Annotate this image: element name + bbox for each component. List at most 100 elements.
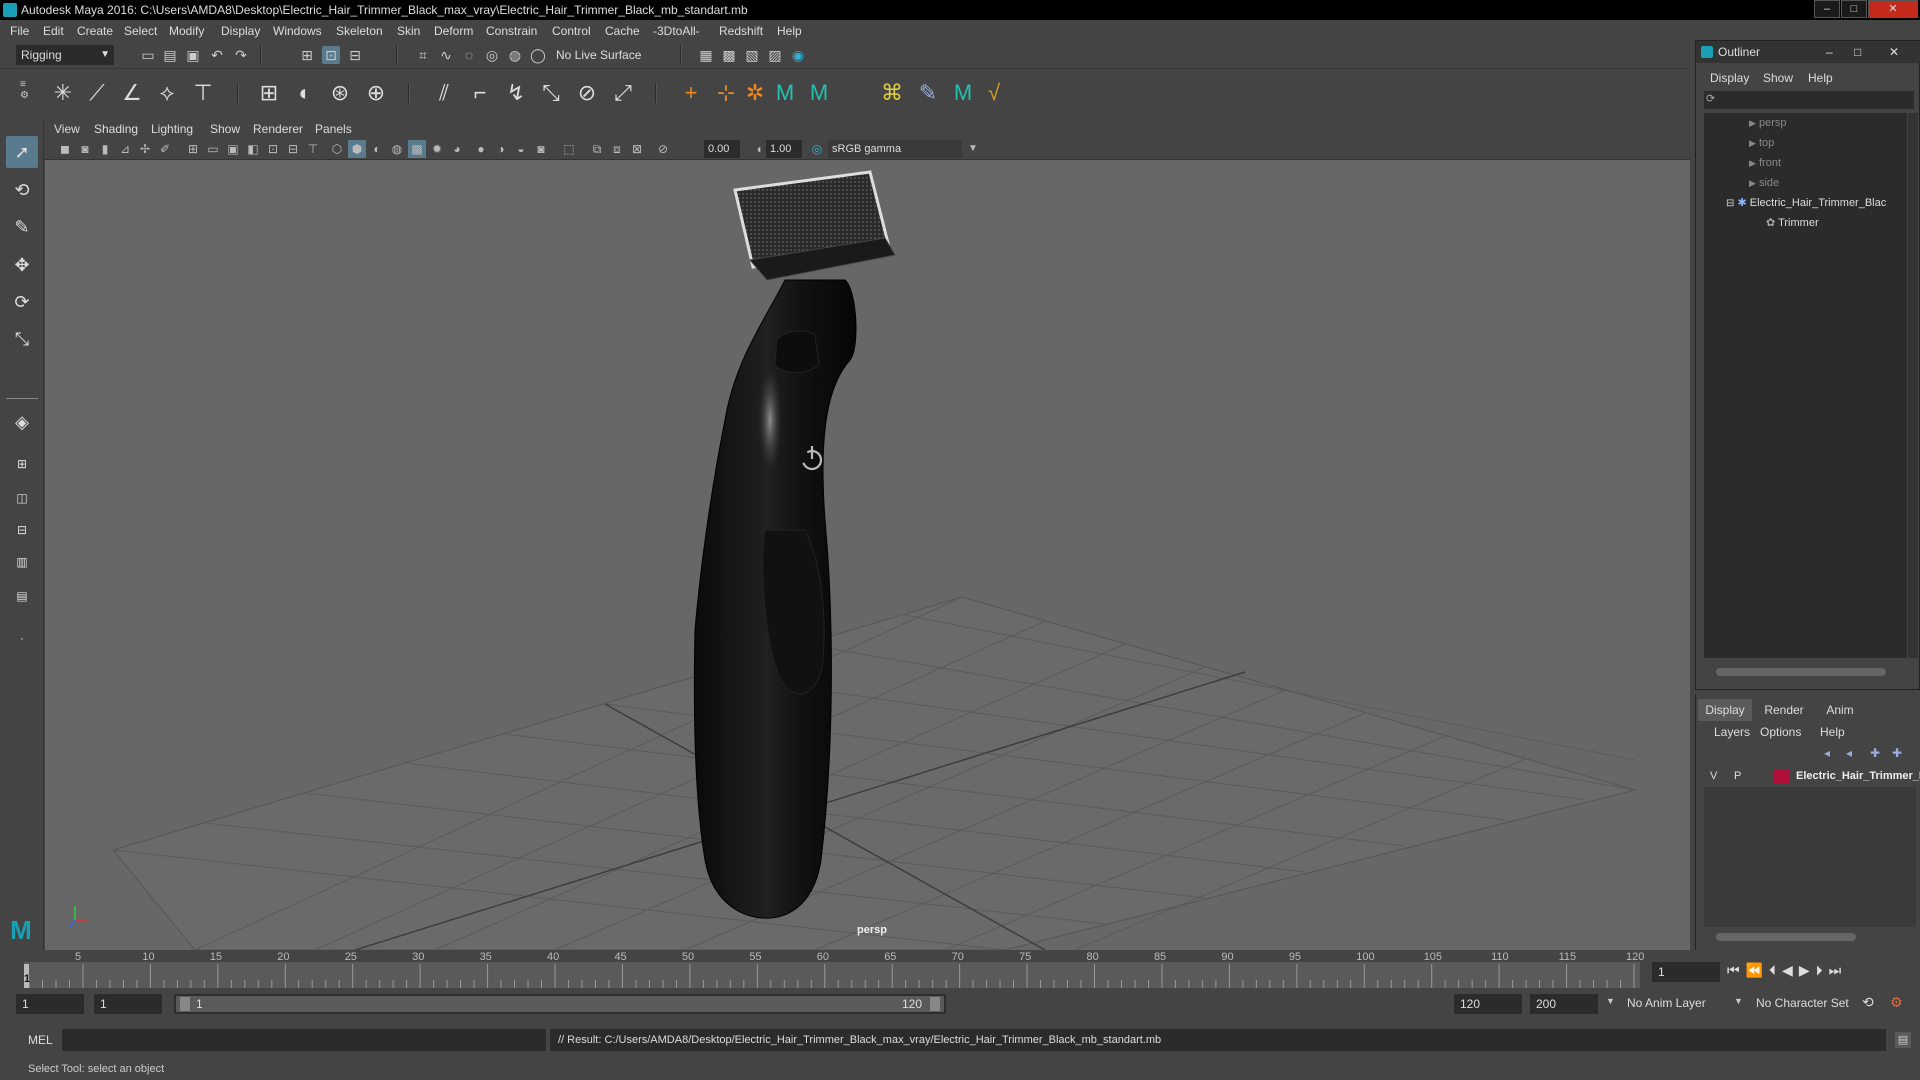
select-component-icon[interactable]: ⊟ [346, 46, 364, 64]
sculpt-tool-icon[interactable]: ✎ [914, 79, 942, 107]
two-view-side-icon[interactable]: ◫ [6, 482, 38, 514]
select-hierarchy-icon[interactable]: ⊞ [298, 46, 316, 64]
layer-visibility-toggle[interactable]: V [1710, 770, 1717, 782]
move-tool-icon[interactable]: ✥ [6, 249, 38, 281]
snap-live-icon[interactable]: ◯ [529, 46, 547, 64]
single-view-icon[interactable]: ◈ [6, 406, 38, 438]
menu-redshift[interactable]: Redshift [719, 20, 763, 42]
open-scene-icon[interactable]: ▤ [161, 46, 179, 64]
outliner-item-front[interactable]: ▶ front [1749, 153, 1781, 173]
range-start-grip[interactable] [180, 997, 190, 1011]
panel-menu-renderer[interactable]: Renderer [253, 120, 303, 138]
camera-attr-icon[interactable]: ◙ [76, 140, 94, 158]
joint-tool-icon[interactable]: ✳ [49, 79, 77, 107]
panel-menu-show[interactable]: Show [210, 120, 240, 138]
snap-grid-icon[interactable]: ⌗ [414, 46, 432, 64]
parent-constraint-icon[interactable]: ⫽ [430, 79, 458, 107]
snap-surface-icon[interactable]: ◍ [506, 46, 524, 64]
xray-components-icon[interactable]: ⊠ [628, 140, 646, 158]
outliner-menu-show[interactable]: Show [1763, 71, 1793, 85]
persp-outliner-icon[interactable]: ▥ [6, 546, 38, 578]
preferences-icon[interactable]: ⚙ [1890, 994, 1903, 1011]
command-lang-label[interactable]: MEL [28, 1033, 53, 1047]
menu-file[interactable]: File [10, 20, 29, 42]
step-forward-frame-icon[interactable]: ⏵ [1816, 962, 1829, 978]
step-back-key-icon[interactable]: ⏪ [1746, 962, 1769, 978]
outliner-search-bar[interactable]: ⟳ [1704, 91, 1914, 109]
ambient-occlusion-icon[interactable]: ● [472, 140, 490, 158]
outliner-menu-help[interactable]: Help [1808, 71, 1833, 85]
range-slider-handle[interactable]: 1 120 [176, 996, 944, 1012]
menu-windows[interactable]: Windows [273, 20, 322, 42]
snap-point-icon[interactable]: ◌ [460, 46, 478, 64]
four-view-icon[interactable]: ⊞ [6, 448, 38, 480]
smooth-bind-icon[interactable]: ⊞ [255, 79, 283, 107]
ipr-render-icon[interactable]: ▧ [743, 46, 761, 64]
menu-skin[interactable]: Skin [397, 20, 420, 42]
new-scene-icon[interactable]: ▭ [139, 46, 157, 64]
current-frame-field[interactable]: 1 [1652, 962, 1720, 982]
maya-script-icon[interactable]: M [771, 79, 799, 107]
layer-color-swatch[interactable] [1774, 770, 1790, 784]
layout-more-icon[interactable]: · [6, 622, 38, 654]
render-view-icon[interactable]: ▨ [766, 46, 784, 64]
grid-toggle-icon[interactable]: ⊞ [184, 140, 202, 158]
render-settings-icon[interactable]: ▦ [697, 46, 715, 64]
camera-select-icon[interactable]: ◼ [56, 140, 74, 158]
layers-menu-help[interactable]: Help [1820, 725, 1845, 739]
depth-of-field-icon[interactable]: ◙ [532, 140, 550, 158]
anti-alias-icon[interactable]: ◒ [512, 140, 530, 158]
image-plane-icon[interactable]: ⊿ [116, 140, 134, 158]
menu-create[interactable]: Create [77, 20, 113, 42]
xray-joints-icon[interactable]: ⧈ [608, 140, 626, 158]
layer-name[interactable]: Electric_Hair_Trimmer_E [1796, 770, 1920, 782]
grease-pencil-icon[interactable]: ✐ [156, 140, 174, 158]
play-backward-icon[interactable]: ◀ [1782, 962, 1799, 978]
safe-title-icon[interactable]: ⊤ [304, 140, 322, 158]
hypershade-icon[interactable]: ◉ [789, 46, 807, 64]
outliner-item-side[interactable]: ▶ side [1749, 173, 1779, 193]
panel-menu-shading[interactable]: Shading [94, 120, 138, 138]
tab-display[interactable]: Display [1698, 699, 1752, 721]
maximize-button[interactable]: □ [1841, 0, 1867, 18]
save-scene-icon[interactable]: ▣ [184, 46, 202, 64]
layer-row[interactable]: V P Electric_Hair_Trimmer_E [1704, 767, 1920, 787]
menu-help[interactable]: Help [777, 20, 802, 42]
ik-handle-icon[interactable]: ⟋ [83, 79, 111, 107]
gate-mask-icon[interactable]: ◧ [244, 140, 262, 158]
orient-constraint-icon[interactable]: ↯ [502, 79, 530, 107]
character-set-select[interactable]: No Character Set [1756, 996, 1849, 1010]
menu-edit[interactable]: Edit [43, 20, 64, 42]
motion-blur-icon[interactable]: ◑ [492, 140, 510, 158]
menu-select[interactable]: Select [124, 20, 157, 42]
default-material-icon[interactable]: ◍ [388, 140, 406, 158]
panel-menu-panels[interactable]: Panels [315, 120, 352, 138]
isolate-select-icon[interactable]: ⬚ [560, 140, 578, 158]
outliner-item-group[interactable]: ⊟ ✱ Electric_Hair_Trimmer_Blac [1726, 193, 1886, 213]
lasso-tool-icon[interactable]: ⟲ [6, 174, 38, 206]
pole-vector-icon[interactable]: ⤢ [609, 79, 637, 107]
move-layer-up-icon[interactable]: ◂ [1824, 746, 1830, 760]
go-to-end-icon[interactable]: ⏭ [1829, 962, 1848, 978]
maximize-icon[interactable]: □ [1854, 41, 1861, 63]
tab-anim[interactable]: Anim [1814, 699, 1866, 721]
chevron-down-icon[interactable]: ▼ [1734, 996, 1743, 1006]
mirror-joint-icon[interactable]: ⟡ [153, 79, 181, 107]
chevron-down-icon[interactable]: ▼ [1606, 996, 1615, 1006]
point-constraint-icon[interactable]: ⌐ [466, 79, 494, 107]
outliner-item-trimmer[interactable]: ✿ Trimmer [1766, 213, 1819, 233]
menu-deform[interactable]: Deform [434, 20, 473, 42]
close-button[interactable]: ✕ [1868, 0, 1918, 18]
lattice-icon[interactable]: ◐ [291, 79, 319, 107]
range-end-grip[interactable] [930, 997, 940, 1011]
wireframe-on-shaded-icon[interactable]: ◐ [368, 140, 386, 158]
anim-layer-select[interactable]: No Anim Layer [1627, 996, 1706, 1010]
tab-render[interactable]: Render [1756, 699, 1812, 721]
smooth-shade-icon[interactable]: ⬢ [348, 140, 366, 158]
menu-constrain[interactable]: Constrain [486, 20, 537, 42]
select-tool-icon[interactable]: ➚ [6, 136, 38, 168]
textured-icon[interactable]: ▩ [408, 140, 426, 158]
minimize-button[interactable]: – [1814, 0, 1840, 18]
field-chart-icon[interactable]: ⊡ [264, 140, 282, 158]
two-view-stack-icon[interactable]: ⊟ [6, 514, 38, 546]
